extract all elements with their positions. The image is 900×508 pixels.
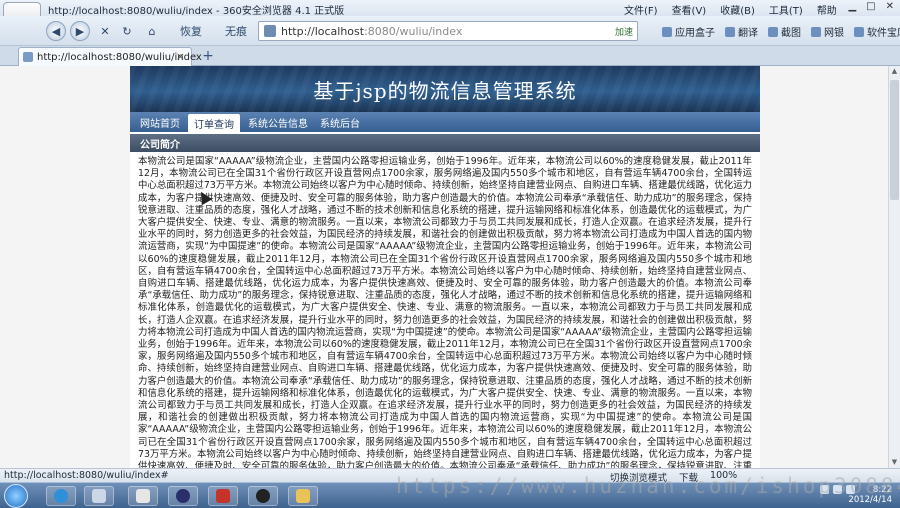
- clock-date: 2012/4/14: [848, 495, 892, 505]
- tab-strip: http://localhost:8080/wuliu/index × +: [0, 46, 900, 66]
- menu-tools[interactable]: 工具(T): [769, 2, 803, 17]
- menu-bar: 文件(F) 查看(V) 收藏(B) 工具(T) 帮助: [624, 2, 837, 17]
- scroll-down-icon[interactable]: ▼: [889, 457, 900, 468]
- taskbar-eclipse-icon[interactable]: [168, 486, 198, 506]
- software-store-button[interactable]: 软件宝库: [854, 24, 900, 39]
- bank-button[interactable]: 网银: [811, 24, 844, 39]
- address-path: :8080/wuliu/index: [364, 24, 463, 38]
- close-icon[interactable]: ✕: [886, 1, 894, 12]
- system-clock[interactable]: 8:22 2012/4/14: [848, 485, 892, 505]
- tray-volume-icon[interactable]: [833, 485, 842, 494]
- taskbar-pictures-icon[interactable]: [84, 486, 114, 506]
- tab-favicon: [23, 52, 33, 62]
- back-arrow-icon: ◀: [51, 24, 61, 38]
- address-host: http://localhost: [281, 24, 365, 38]
- window-title-bar: 登录 http://localhost:8080/wuliu/index - 3…: [0, 0, 900, 40]
- site-nav: 网站首页 订单查询 系统公告信息 系统后台: [130, 112, 760, 132]
- section-title: 公司简介: [130, 134, 760, 152]
- taskbar-folder-icon[interactable]: [288, 486, 318, 506]
- start-button-icon[interactable]: [4, 484, 28, 508]
- accelerate-button[interactable]: 加速: [615, 25, 633, 38]
- back-button[interactable]: ◀: [46, 21, 66, 41]
- nav-announcements[interactable]: 系统公告信息: [242, 112, 314, 132]
- refresh-button[interactable]: ↻: [120, 22, 134, 40]
- taskbar-app-icon[interactable]: [128, 486, 158, 506]
- clock-time: 8:22: [872, 485, 892, 495]
- restore-button[interactable]: 恢复: [168, 22, 214, 40]
- menu-file[interactable]: 文件(F): [624, 2, 658, 17]
- status-url: http://localhost:8080/wuliu/index#: [4, 470, 169, 481]
- taskbar-ie-icon[interactable]: [46, 486, 76, 506]
- tray-network-icon[interactable]: [820, 485, 829, 494]
- plus-icon: +: [202, 48, 214, 64]
- app-box-button[interactable]: 应用盒子: [662, 24, 715, 39]
- incognito-button[interactable]: 无痕: [216, 22, 256, 40]
- translate-button[interactable]: 翻译: [725, 24, 758, 39]
- toolbar-right: 应用盒子 翻译 截图 网银 软件宝库: [662, 24, 900, 39]
- scrollbar-thumb[interactable]: [890, 80, 899, 200]
- page-icon: [264, 25, 276, 37]
- nav-admin[interactable]: 系统后台: [314, 112, 366, 132]
- site-title: 基于jsp的物流信息管理系统: [313, 78, 577, 103]
- menu-view[interactable]: 查看(V): [672, 2, 707, 17]
- home-button[interactable]: ⌂: [144, 22, 160, 40]
- screenshot-button[interactable]: 截图: [768, 24, 801, 39]
- address-bar[interactable]: http://localhost:8080/wuliu/index 加速: [258, 21, 638, 41]
- status-bar: http://localhost:8080/wuliu/index# 切换浏览模…: [0, 468, 900, 484]
- window-controls: ▁ □ ✕: [848, 1, 894, 12]
- tab-close-icon[interactable]: ×: [176, 50, 185, 63]
- restore-label: 恢复: [180, 25, 202, 38]
- menu-favorites[interactable]: 收藏(B): [720, 2, 755, 17]
- nav-home[interactable]: 网站首页: [134, 112, 186, 132]
- vertical-scrollbar[interactable]: ▲ ▼: [888, 66, 900, 468]
- taskbar-qq-icon[interactable]: [248, 486, 278, 506]
- company-intro-text: 本物流公司是国家“AAAAA”级物流企业，主营国内公路零担运输业务，创始于199…: [138, 156, 752, 468]
- site-banner: 基于jsp的物流信息管理系统: [130, 66, 760, 112]
- new-tab-button[interactable]: +: [198, 47, 218, 65]
- stop-icon: ✕: [100, 24, 110, 38]
- home-icon: ⌂: [148, 24, 156, 38]
- window-title: http://localhost:8080/wuliu/index - 360安…: [48, 6, 345, 17]
- browser-tab[interactable]: http://localhost:8080/wuliu/index ×: [18, 47, 202, 66]
- browser-toolbar: ◀ ▶ ✕ ↻ ⌂ 恢复 无痕 http://localhost:8080/wu…: [0, 16, 900, 46]
- scroll-up-icon[interactable]: ▲: [889, 66, 900, 77]
- incognito-label: 无痕: [225, 25, 247, 38]
- forward-button[interactable]: ▶: [70, 21, 90, 41]
- nav-order-query[interactable]: 订单查询: [188, 114, 240, 132]
- forward-arrow-icon: ▶: [75, 24, 85, 38]
- taskbar-toolbox-icon[interactable]: [208, 486, 238, 506]
- page-viewport: 基于jsp的物流信息管理系统 网站首页 订单查询 系统公告信息 系统后台 公司简…: [0, 66, 888, 468]
- site-container: 基于jsp的物流信息管理系统 网站首页 订单查询 系统公告信息 系统后台 公司简…: [130, 66, 760, 468]
- stop-button[interactable]: ✕: [98, 22, 112, 40]
- minimize-icon[interactable]: ▁: [848, 1, 856, 12]
- os-taskbar: 8:22 2012/4/14: [0, 482, 900, 508]
- refresh-icon: ↻: [122, 24, 132, 38]
- menu-help[interactable]: 帮助: [817, 2, 837, 17]
- maximize-icon[interactable]: □: [866, 1, 875, 12]
